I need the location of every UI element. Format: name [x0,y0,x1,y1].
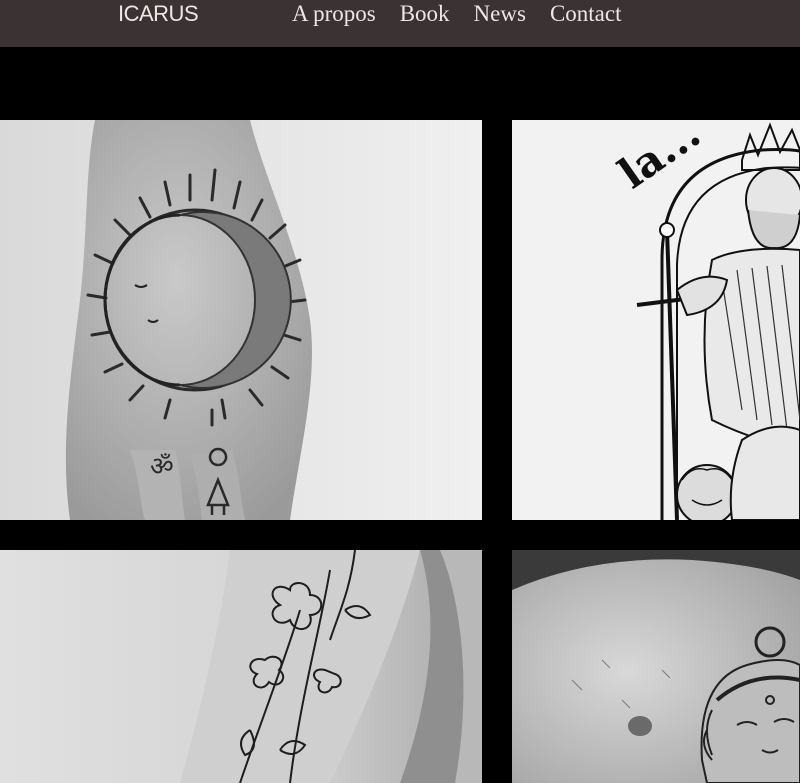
nav-link-book[interactable]: Book [400,0,450,30]
king-tarot-card-illustration: la... [512,120,800,520]
gallery-item-moon-hand[interactable]: ॐ [0,120,482,520]
chest-portrait-tattoo-photo [512,550,800,783]
site-logo[interactable]: ICARUS [118,1,199,29]
gallery-item-chest-portrait[interactable] [512,550,800,783]
nav-link-a-propos[interactable]: A propos [292,0,376,30]
svg-text:ॐ: ॐ [150,452,174,482]
nav-link-news[interactable]: News [474,0,526,30]
gallery-item-king-illustration[interactable]: la... [512,120,800,520]
nav-link-contact[interactable]: Contact [550,0,622,30]
gallery-item-floral-arm[interactable] [0,550,482,783]
logo-text: ICARUS [118,1,199,26]
moon-sun-hand-tattoo-photo: ॐ [0,120,482,520]
floral-arm-tattoo-photo [0,550,482,783]
top-navbar: ICARUS A propos Book News Contact [0,0,800,47]
main-nav: A propos Book News Contact [292,0,621,30]
